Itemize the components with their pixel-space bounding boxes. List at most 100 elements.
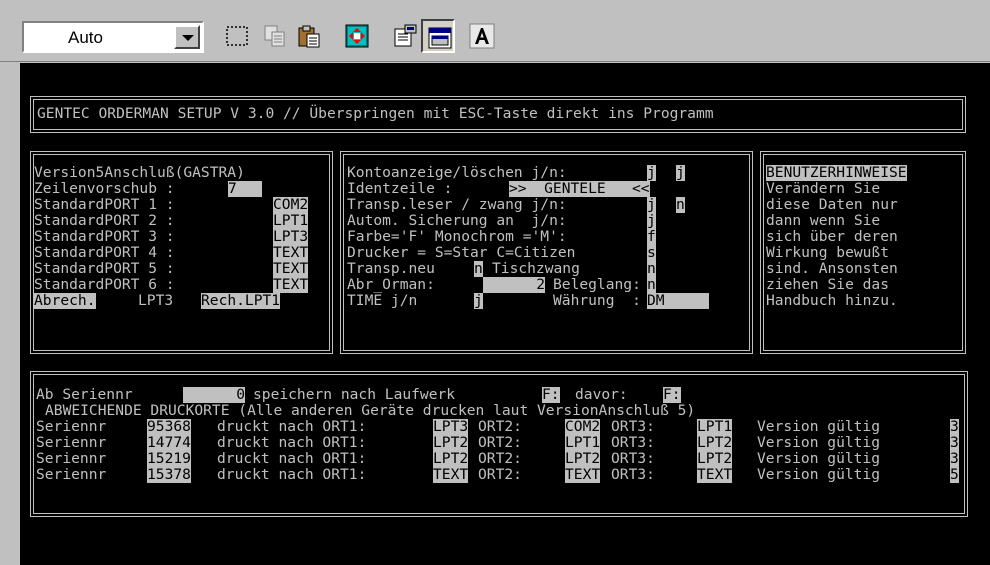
waehrung-label: Währung : — [553, 292, 641, 309]
title-box: GENTEC ORDERMAN SETUP V 3.0 // Übersprin… — [30, 96, 966, 133]
ort2-field[interactable]: TEXT — [565, 467, 601, 483]
background-icon — [428, 27, 452, 49]
drucke-subtitle: ABWEICHENDE DRUCKORTE (Alle anderen Gerä… — [45, 402, 696, 419]
serial-field[interactable]: 15219 — [147, 451, 191, 467]
ab-seriennr-label: Ab Seriennr — [36, 386, 133, 403]
ab-seriennr-field[interactable]: 0 — [183, 387, 245, 403]
abrech-field[interactable]: LPT3 — [138, 293, 173, 309]
zeilenvorschub-field[interactable]: 7 — [228, 181, 262, 197]
serial-field[interactable]: 15378 — [147, 467, 191, 483]
font-button[interactable] — [465, 19, 499, 53]
middle-panel: Kontoanzeige/löschen j/n: j j Identzeile… — [340, 151, 753, 354]
fullscreen-button[interactable] — [340, 19, 374, 53]
paste-button[interactable] — [292, 19, 326, 53]
font-size-value: Auto — [68, 28, 103, 47]
port-2-label: StandardPORT 2 : — [34, 212, 175, 229]
transpneu-field[interactable]: n — [474, 261, 483, 277]
row-label: Seriennr — [36, 434, 107, 451]
druckt-label: druckt nach ORT1: — [217, 450, 367, 467]
transpleser-field-2[interactable]: n — [676, 197, 685, 213]
setup-title: GENTEC ORDERMAN SETUP V 3.0 // Übersprin… — [37, 105, 714, 122]
ort3-label: ORT3: — [611, 434, 655, 451]
ort2-field[interactable]: COM2 — [565, 419, 601, 435]
ort3-label: ORT3: — [611, 450, 655, 467]
version-field[interactable]: 3 — [950, 451, 959, 467]
ort2-label: ORT2: — [478, 418, 522, 435]
identzeile-field[interactable]: >> GENTELE << — [509, 181, 650, 197]
ort3-field[interactable]: LPT2 — [697, 435, 733, 451]
davor-label: davor: — [575, 386, 628, 403]
paste-icon — [298, 25, 320, 48]
drucker-label: Drucker = S=Star C=Citizen — [347, 244, 576, 261]
version-label: Version gültig — [757, 418, 881, 435]
port-3-field[interactable]: LPT3 — [273, 229, 309, 245]
font-icon — [469, 23, 495, 49]
kontoanzeige-field-2[interactable]: j — [676, 165, 685, 181]
background-button[interactable] — [421, 19, 455, 53]
printer-routing-panel: Ab Seriennr 0 speichern nach Laufwerk F:… — [30, 371, 968, 517]
transpneu-label: Transp.neu — [347, 260, 435, 277]
port-2-field[interactable]: LPT1 — [273, 213, 309, 229]
port-6-field[interactable]: TEXT — [273, 277, 309, 293]
ort1-field[interactable]: LPT3 — [433, 419, 469, 435]
hint-line: Wirkung bewußt — [766, 244, 890, 261]
transpleser-field-1[interactable]: j — [647, 197, 656, 213]
version-label: Version gültig — [757, 434, 881, 451]
ort2-field[interactable]: LPT1 — [565, 435, 601, 451]
port-4-field[interactable]: TEXT — [273, 245, 309, 261]
row-label: Seriennr — [36, 466, 107, 483]
ort3-field[interactable]: TEXT — [697, 467, 733, 483]
waehrung-field[interactable]: DM — [647, 293, 709, 309]
hint-line: Handbuch hinzu. — [766, 292, 898, 309]
time-field[interactable]: j — [474, 293, 483, 309]
hint-line: sich über deren — [766, 228, 898, 245]
dos-console[interactable]: GENTEC ORDERMAN SETUP V 3.0 // Übersprin… — [20, 63, 990, 565]
abrech-label: Abrech. — [34, 292, 96, 309]
copy-button[interactable] — [258, 19, 292, 53]
port-6-label: StandardPORT 6 : — [34, 276, 175, 293]
beleglang-label: Beleglang: — [553, 276, 641, 293]
kontoanzeige-label: Kontoanzeige/löschen j/n: — [347, 164, 567, 181]
zeilenvorschub-label: Zeilenvorschub : — [34, 180, 175, 197]
serial-field[interactable]: 95368 — [147, 419, 191, 435]
autom-field[interactable]: j — [647, 213, 656, 229]
port-1-field[interactable]: COM2 — [273, 197, 309, 213]
select-rect-icon — [226, 26, 248, 46]
ort2-label: ORT2: — [478, 466, 522, 483]
identzeile-label: Identzeile : — [347, 180, 453, 197]
properties-button[interactable] — [388, 19, 422, 53]
port-5-field[interactable]: TEXT — [273, 261, 309, 277]
copy-icon — [264, 25, 285, 47]
tischzwang-label: Tischzwang — [492, 260, 580, 277]
port-3-label: StandardPORT 3 : — [34, 228, 175, 245]
version-field[interactable]: 3 — [950, 435, 959, 451]
laufwerk-field[interactable]: F: — [542, 387, 560, 403]
version-field[interactable]: 5 — [950, 467, 959, 483]
port-1-label: StandardPORT 1 : — [34, 196, 175, 213]
time-label: TIME j/n — [347, 292, 418, 309]
tischzwang-field[interactable]: n — [647, 261, 656, 277]
drucker-field[interactable]: s — [647, 245, 656, 261]
ort3-field[interactable]: LPT2 — [697, 451, 733, 467]
mark-button[interactable] — [220, 19, 254, 53]
hint-line: dann wenn Sie — [766, 212, 881, 229]
ort1-field[interactable]: TEXT — [433, 467, 469, 483]
ort1-field[interactable]: LPT2 — [433, 435, 469, 451]
hints-panel: BENUTZERHINWEISE Verändern Sie diese Dat… — [760, 151, 966, 354]
version-field[interactable]: 3 — [950, 419, 959, 435]
ort3-label: ORT3: — [611, 466, 655, 483]
serial-field[interactable]: 14774 — [147, 435, 191, 451]
abr-orman-field[interactable]: 2 — [483, 277, 545, 293]
chevron-down-icon[interactable] — [174, 25, 200, 49]
port-5-label: StandardPORT 5 : — [34, 260, 175, 277]
font-size-combobox[interactable]: Auto — [22, 21, 204, 53]
ort1-field[interactable]: LPT2 — [433, 451, 469, 467]
davor-field[interactable]: F: — [663, 387, 681, 403]
ort3-field[interactable]: LPT1 — [697, 419, 733, 435]
ort2-field[interactable]: LPT2 — [565, 451, 601, 467]
beleglang-field[interactable]: n — [647, 277, 656, 293]
hints-title: BENUTZERHINWEISE — [766, 164, 907, 181]
farbe-field[interactable]: f — [647, 229, 656, 245]
kontoanzeige-field-1[interactable]: j — [647, 165, 656, 181]
row-label: Seriennr — [36, 418, 107, 435]
